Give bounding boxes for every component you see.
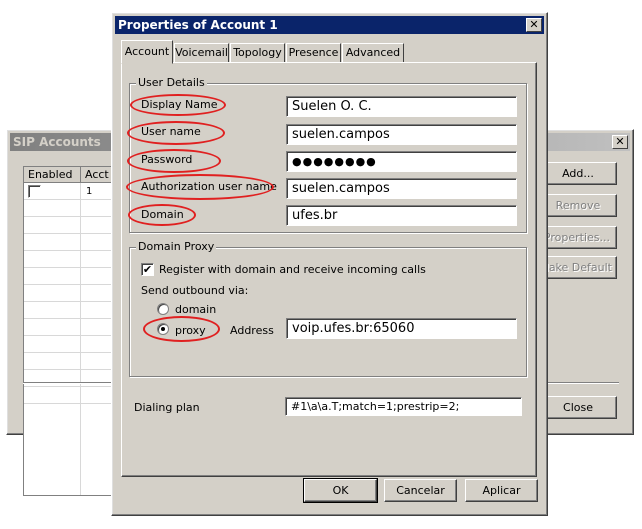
user-name-field[interactable]: suelen.campos (286, 124, 517, 145)
password-label: Password (141, 153, 193, 166)
account-properties-dialog: Properties of Account 1 ✕ Account Voicem… (111, 12, 548, 516)
remove-button[interactable]: Remove (539, 194, 617, 217)
register-checkbox[interactable]: ✔ (141, 263, 154, 276)
auth-user-field[interactable]: suelen.campos (286, 178, 517, 199)
dialog-title: Properties of Account 1 (118, 18, 278, 32)
column-header-enabled[interactable]: Enabled (24, 167, 81, 183)
proxy-radio-label[interactable]: proxy (175, 324, 206, 337)
dialing-plan-label: Dialing plan (134, 401, 200, 414)
display-name-label: Display Name (141, 98, 218, 111)
tab-voicemail[interactable]: Voicemail (174, 43, 229, 63)
domain-label: Domain (141, 208, 184, 221)
enabled-checkbox[interactable] (28, 185, 41, 198)
domain-proxy-title: Domain Proxy (136, 240, 217, 253)
make-default-button[interactable]: Make Default (539, 256, 617, 279)
cancel-button[interactable]: Cancelar (384, 479, 457, 502)
register-label[interactable]: Register with domain and receive incomin… (159, 263, 426, 276)
domain-radio[interactable] (157, 303, 169, 315)
tab-topology[interactable]: Topology (230, 43, 285, 63)
display-name-field[interactable]: Suelen O. C. (286, 96, 517, 117)
add-button[interactable]: Add... (539, 162, 617, 185)
tab-presence[interactable]: Presence (286, 43, 341, 63)
properties-button[interactable]: Properties... (539, 226, 617, 249)
close-icon[interactable]: ✕ (612, 135, 628, 149)
user-details-title: User Details (136, 76, 207, 89)
dialing-plan-field[interactable]: #1\a\a.T;match=1;prestrip=2; (285, 397, 522, 416)
send-outbound-label: Send outbound via: (141, 284, 249, 297)
user-name-label: User name (141, 125, 201, 138)
tab-account[interactable]: Account (121, 40, 173, 64)
ok-button[interactable]: OK (303, 478, 378, 503)
domain-field[interactable]: ufes.br (286, 205, 517, 226)
account-tab-panel: User Details Display Name Suelen O. C. U… (121, 62, 537, 477)
close-icon[interactable]: ✕ (526, 18, 542, 32)
auth-user-label: Authorization user name (141, 180, 277, 193)
radio-selected-dot (161, 327, 165, 331)
dialog-titlebar: Properties of Account 1 ✕ (115, 16, 544, 34)
sip-accounts-title: SIP Accounts (13, 135, 101, 149)
domain-radio-label[interactable]: domain (175, 303, 216, 316)
apply-button[interactable]: Aplicar (465, 479, 538, 502)
tab-advanced[interactable]: Advanced (342, 43, 404, 63)
proxy-radio[interactable] (157, 323, 169, 335)
address-label: Address (230, 324, 274, 337)
acct-number: 1 (86, 186, 93, 197)
close-button[interactable]: Close (539, 396, 617, 419)
password-field[interactable]: ●●●●●●●● (286, 151, 517, 172)
address-field[interactable]: voip.ufes.br:65060 (286, 318, 517, 339)
